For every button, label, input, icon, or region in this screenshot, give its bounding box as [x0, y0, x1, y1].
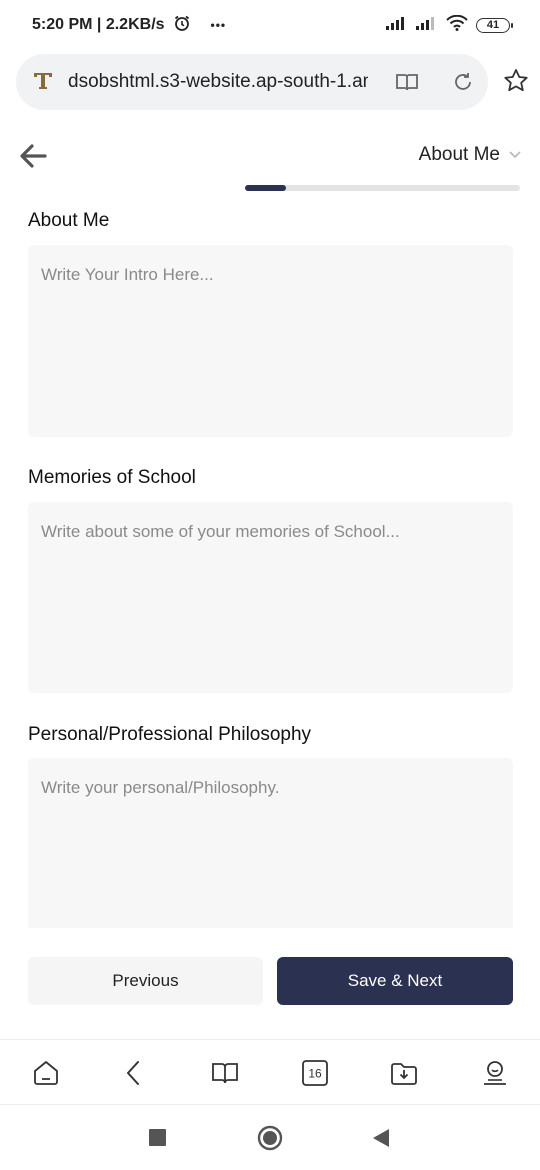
signal-icon [386, 16, 408, 35]
memories-label: Memories of School [28, 467, 196, 488]
url-text[interactable]: dsobshtml.s3-website.ap-south-1.amazonaw… [68, 71, 368, 93]
previous-button[interactable]: Previous [28, 957, 263, 1005]
philosophy-textarea[interactable] [28, 758, 513, 928]
home-circle-icon[interactable] [257, 1125, 283, 1156]
status-bar: 5:20 PM | 2.2KB/s ••• 41 [0, 0, 540, 50]
tabs-count: 16 [308, 1067, 322, 1081]
browser-toolbar: dsobshtml.s3-website.ap-south-1.amazonaw… [0, 54, 540, 110]
more-dots: ••• [210, 18, 227, 32]
recents-icon[interactable] [149, 1129, 166, 1151]
battery-icon: 41 [476, 17, 513, 33]
arrow-left-icon[interactable] [18, 142, 48, 170]
bookmarks-icon[interactable] [210, 1058, 240, 1088]
home-icon[interactable] [31, 1058, 61, 1088]
signal-icon [416, 16, 438, 35]
about-me-textarea[interactable] [28, 245, 513, 437]
reader-icon[interactable] [394, 69, 420, 100]
section-dropdown-label: About Me [418, 144, 500, 165]
status-time-speed: 5:20 PM | 2.2KB/s [32, 16, 165, 33]
system-nav-bar [0, 1106, 540, 1170]
philosophy-label: Personal/Professional Philosophy [28, 724, 312, 745]
profile-icon[interactable] [480, 1058, 510, 1088]
progress-fill [245, 185, 287, 191]
alarm-icon [173, 14, 191, 37]
back-chevron-icon[interactable] [119, 1058, 149, 1088]
save-next-button[interactable]: Save & Next [277, 957, 513, 1005]
page-header: About Me [0, 130, 540, 191]
back-triangle-icon[interactable] [372, 1128, 390, 1153]
star-icon[interactable] [502, 67, 530, 100]
chevron-down-icon [508, 144, 522, 166]
url-bar[interactable]: dsobshtml.s3-website.ap-south-1.amazonaw… [16, 54, 488, 110]
about-me-label: About Me [28, 210, 110, 231]
browser-bottom-nav: 16 [0, 1039, 540, 1105]
downloads-icon[interactable] [389, 1058, 419, 1088]
memories-textarea[interactable] [28, 502, 513, 693]
reload-icon[interactable] [450, 69, 476, 100]
wifi-icon [446, 14, 468, 36]
site-favicon [32, 69, 54, 96]
progress-bar [245, 185, 520, 191]
section-dropdown[interactable]: About Me [419, 144, 522, 166]
tabs-icon[interactable]: 16 [300, 1058, 330, 1088]
